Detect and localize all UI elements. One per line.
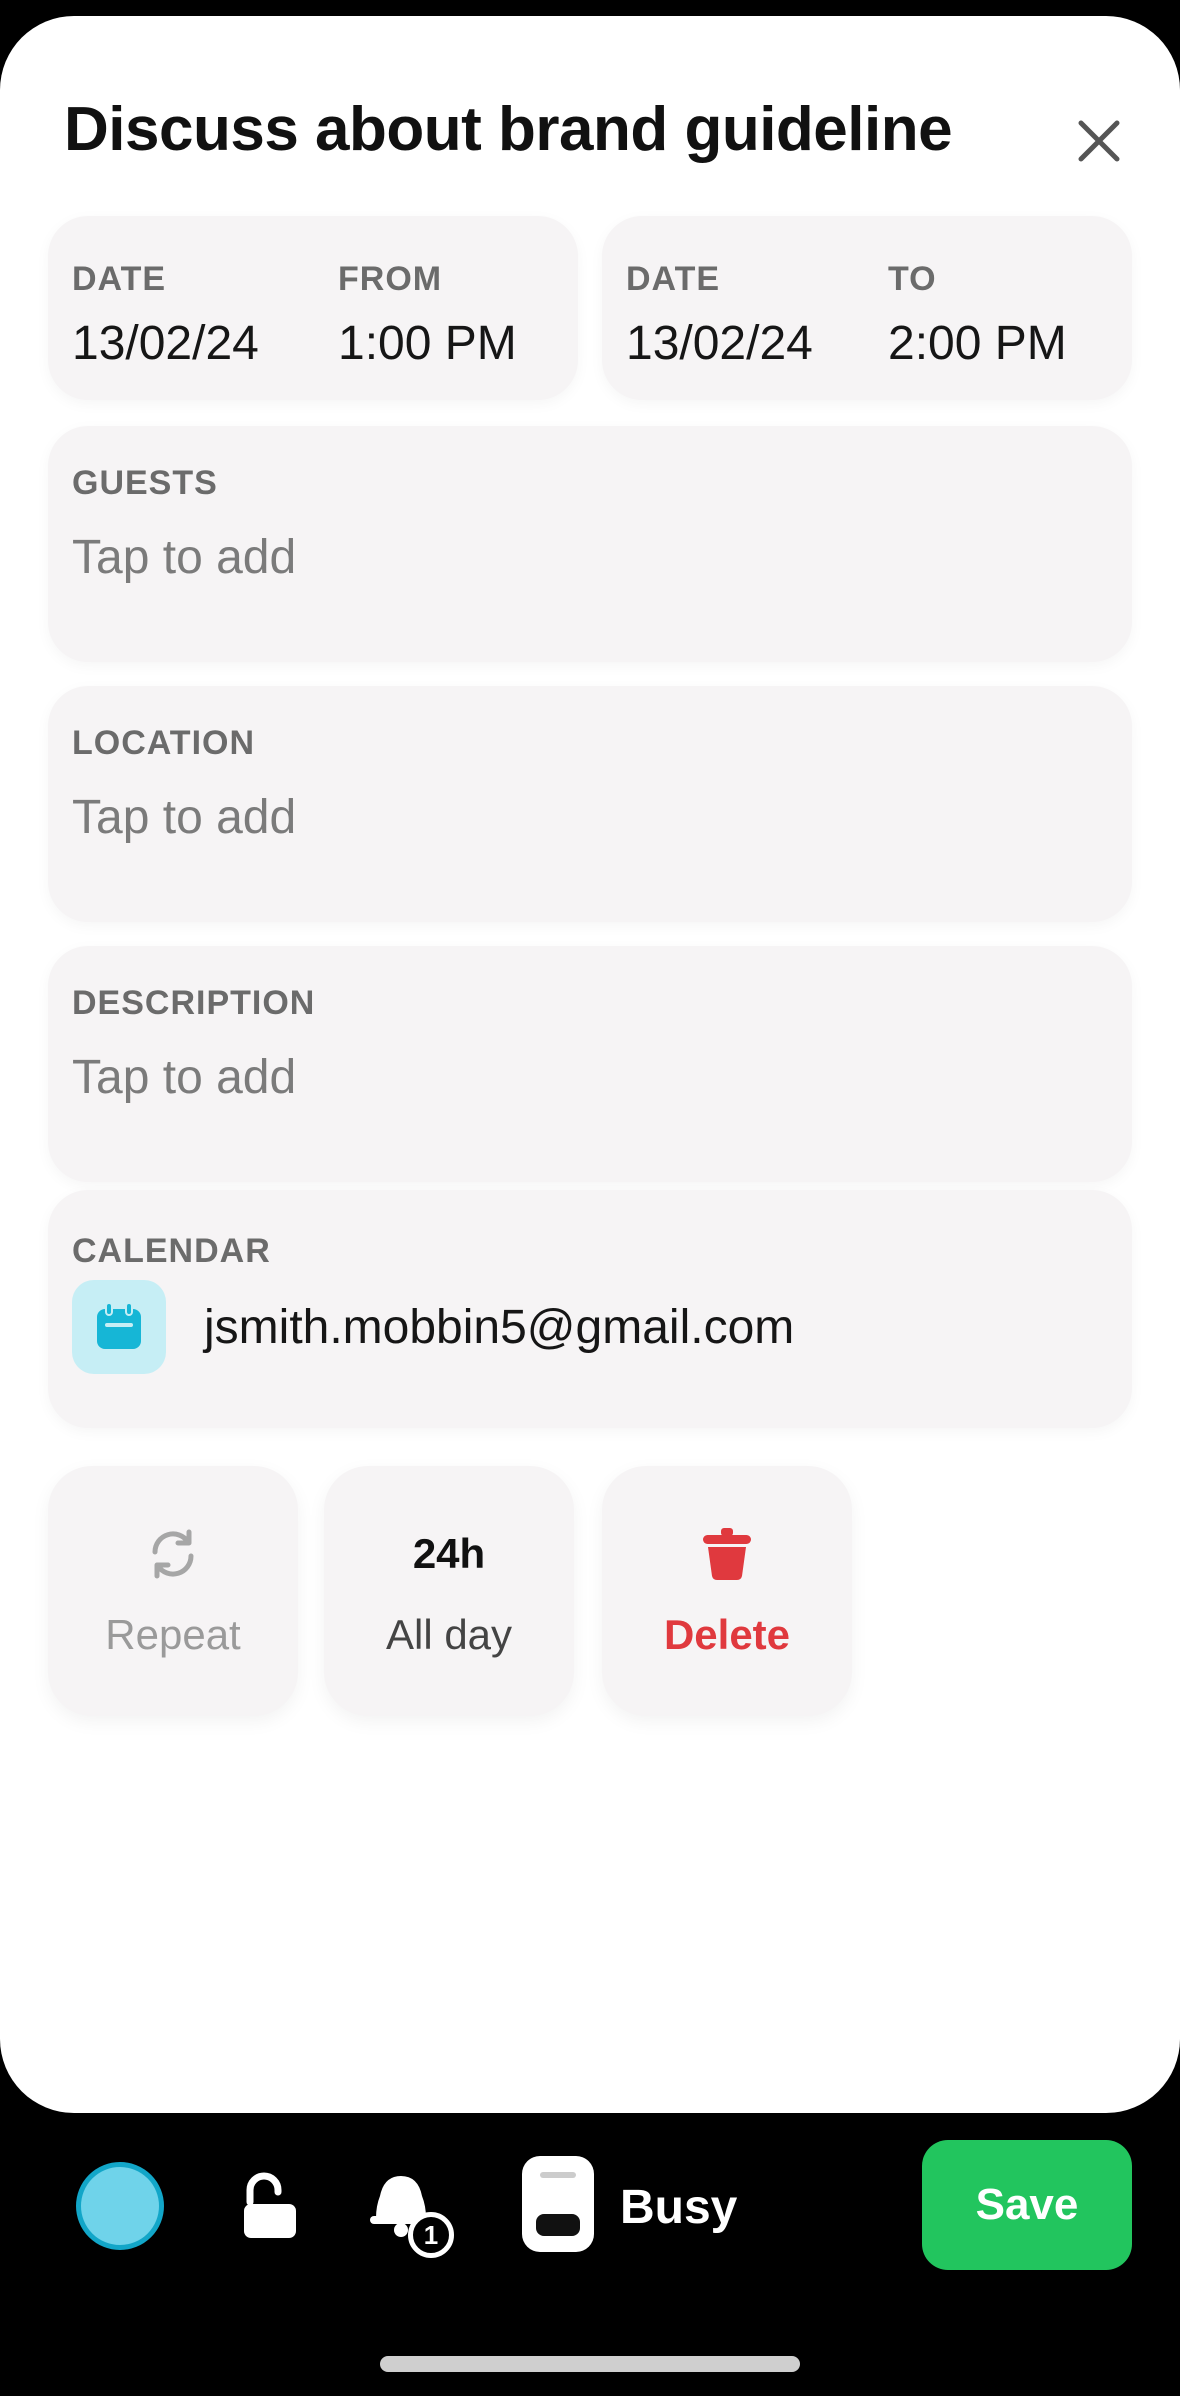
delete-button[interactable]: Delete: [602, 1466, 852, 1716]
close-icon: [1078, 120, 1120, 162]
all-day-label: All day: [385, 1611, 513, 1658]
trash-icon: [703, 1528, 751, 1580]
notification-count: 1: [423, 2219, 439, 2250]
color-swatch-button[interactable]: [76, 2162, 164, 2250]
end-datetime-card[interactable]: DATE 13/02/24 TO 2:00 PM: [602, 216, 1132, 400]
guests-field[interactable]: GUESTS Tap to add: [48, 426, 1132, 662]
description-placeholder: Tap to add: [72, 1051, 297, 1104]
close-button[interactable]: [1066, 108, 1132, 174]
start-date-value[interactable]: 13/02/24: [72, 316, 259, 371]
location-field[interactable]: LOCATION Tap to add: [48, 686, 1132, 922]
repeat-button[interactable]: Repeat: [48, 1466, 298, 1716]
status-label: Busy: [620, 2181, 738, 2234]
status-icon: [522, 2156, 594, 2252]
calendar-account: jsmith.mobbin5@gmail.com: [204, 1301, 795, 1354]
all-day-button[interactable]: 24h All day: [324, 1466, 574, 1716]
delete-label: Delete: [663, 1611, 791, 1658]
status-button[interactable]: Busy: [522, 2156, 762, 2256]
start-time-value[interactable]: 1:00 PM: [338, 316, 517, 371]
end-date-value[interactable]: 13/02/24: [626, 316, 813, 371]
notification-button[interactable]: 1: [364, 2160, 464, 2260]
calendar-field[interactable]: CALENDAR jsmith.mobbin5@gmail.com: [48, 1190, 1132, 1428]
start-datetime-card[interactable]: DATE 13/02/24 FROM 1:00 PM: [48, 216, 578, 400]
event-title[interactable]: Discuss about brand guideline: [64, 94, 953, 165]
calendar-icon: [97, 1302, 141, 1349]
guests-placeholder: Tap to add: [72, 531, 297, 584]
start-time-label: FROM: [338, 260, 443, 298]
start-date-label: DATE: [72, 260, 167, 298]
all-day-badge: 24h: [412, 1530, 486, 1577]
location-placeholder: Tap to add: [72, 791, 297, 844]
repeat-icon: [152, 1529, 194, 1579]
save-button[interactable]: Save: [922, 2140, 1132, 2270]
end-date-label: DATE: [626, 260, 721, 298]
privacy-toggle[interactable]: [238, 2172, 302, 2242]
event-sheet: Discuss about brand guideline DATE 13/02…: [0, 16, 1180, 2113]
end-time-value[interactable]: 2:00 PM: [888, 316, 1067, 371]
end-time-label: TO: [888, 260, 937, 298]
home-indicator: [380, 2356, 800, 2372]
guests-label: GUESTS: [72, 464, 218, 502]
calendar-icon-badge: [72, 1280, 166, 1374]
description-field[interactable]: DESCRIPTION Tap to add: [48, 946, 1132, 1182]
notification-count-badge: 1: [408, 2212, 454, 2258]
repeat-label: Repeat: [105, 1611, 241, 1658]
calendar-label: CALENDAR: [72, 1232, 271, 1270]
unlock-icon: [244, 2172, 296, 2238]
location-label: LOCATION: [72, 724, 256, 762]
description-label: DESCRIPTION: [72, 984, 316, 1022]
